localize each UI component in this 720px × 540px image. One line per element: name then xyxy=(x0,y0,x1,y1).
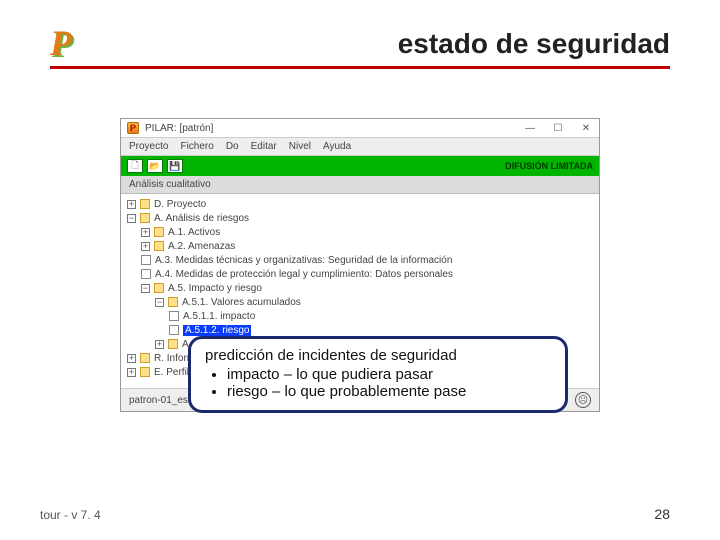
expand-icon[interactable]: + xyxy=(155,340,164,349)
open-icon[interactable]: 📂 xyxy=(147,159,163,173)
doc-icon xyxy=(141,255,151,265)
save-icon[interactable]: 💾 xyxy=(167,159,183,173)
callout-bullet-2: riesgo – lo que probablemente pase xyxy=(227,383,551,400)
tree-node-d[interactable]: +D. Proyecto xyxy=(127,198,593,212)
toolbar-label: DIFUSIÓN LIMITADA xyxy=(505,161,593,171)
face-icon: ☹ xyxy=(575,392,591,408)
folder-icon xyxy=(140,213,150,223)
logo: PP xyxy=(50,22,72,64)
folder-icon xyxy=(140,367,150,377)
callout-bullet-1: impacto – lo que pudiera pasar xyxy=(227,366,551,383)
tree-node-a1[interactable]: +A.1. Activos xyxy=(127,226,593,240)
window-title: PILAR: [patrón] xyxy=(145,123,213,134)
collapse-icon[interactable]: − xyxy=(127,214,136,223)
menu-editar[interactable]: Editar xyxy=(251,141,277,152)
header-rule xyxy=(50,66,670,69)
page-number: 28 xyxy=(654,506,670,522)
doc-icon xyxy=(169,311,179,321)
collapse-icon[interactable]: − xyxy=(141,284,150,293)
titlebar: P PILAR: [patrón] — ☐ ✕ xyxy=(121,119,599,137)
callout-title: predicción de incidentes de seguridad xyxy=(205,347,551,364)
collapse-icon[interactable]: − xyxy=(155,298,164,307)
minimize-icon[interactable]: — xyxy=(523,123,537,134)
folder-icon xyxy=(154,227,164,237)
expand-icon[interactable]: + xyxy=(141,242,150,251)
expand-icon[interactable]: + xyxy=(141,228,150,237)
folder-icon xyxy=(154,283,164,293)
footer-version: tour - v 7. 4 xyxy=(40,508,101,522)
tree-node-a3[interactable]: A.3. Medidas técnicas y organizativas: S… xyxy=(127,254,593,268)
expand-icon[interactable]: + xyxy=(127,368,136,377)
callout: predicción de incidentes de seguridad im… xyxy=(188,336,568,413)
menu-ayuda[interactable]: Ayuda xyxy=(323,141,351,152)
new-icon[interactable]: 🗋 xyxy=(127,159,143,173)
toolbar: 🗋 📂 💾 DIFUSIÓN LIMITADA xyxy=(121,156,599,176)
menubar: Proyecto Fichero Do Editar Nivel Ayuda xyxy=(121,137,599,156)
maximize-icon[interactable]: ☐ xyxy=(551,123,565,134)
menu-fichero[interactable]: Fichero xyxy=(180,141,213,152)
tree-node-a4[interactable]: A.4. Medidas de protección legal y cumpl… xyxy=(127,268,593,282)
folder-icon xyxy=(154,241,164,251)
folder-icon xyxy=(168,339,178,349)
doc-icon xyxy=(169,325,179,335)
slide-title: estado de seguridad xyxy=(50,28,670,60)
menu-proyecto[interactable]: Proyecto xyxy=(129,141,168,152)
folder-icon xyxy=(140,199,150,209)
tree-node-a5[interactable]: −A.5. Impacto y riesgo xyxy=(127,282,593,296)
tree-node-a[interactable]: −A. Análisis de riesgos xyxy=(127,212,593,226)
expand-icon[interactable]: + xyxy=(127,200,136,209)
app-icon: P xyxy=(127,122,139,134)
menu-nivel[interactable]: Nivel xyxy=(289,141,311,152)
folder-icon xyxy=(168,297,178,307)
folder-icon xyxy=(140,353,150,363)
doc-icon xyxy=(141,269,151,279)
tree-node-a2[interactable]: +A.2. Amenazas xyxy=(127,240,593,254)
pane-header: Análisis cualitativo xyxy=(121,176,599,194)
tree-node-a51[interactable]: −A.5.1. Valores acumulados xyxy=(127,296,593,310)
close-icon[interactable]: ✕ xyxy=(579,123,593,134)
tree-node-a511[interactable]: A.5.1.1. impacto xyxy=(127,310,593,324)
menu-do[interactable]: Do xyxy=(226,141,239,152)
expand-icon[interactable]: + xyxy=(127,354,136,363)
